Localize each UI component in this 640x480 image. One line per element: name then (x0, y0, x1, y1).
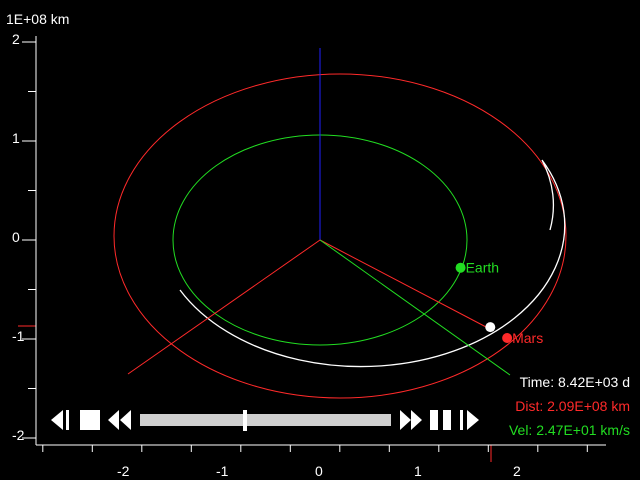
earth-label: Earth (466, 260, 499, 276)
fast-forward-icon[interactable] (400, 410, 422, 430)
velocity-readout: Vel: 2.47E+01 km/s (508, 422, 630, 438)
distance-readout: Dist: 2.09E+08 km (515, 398, 630, 414)
x-tick-label: -1 (216, 463, 229, 479)
minor-ticks (22, 41, 588, 452)
rewind-icon[interactable] (108, 410, 131, 430)
pause-icon[interactable] (430, 410, 451, 430)
x-tick-label: 2 (513, 463, 521, 479)
y-tick-label: 1 (12, 130, 20, 146)
scale-label: 1E+08 km (6, 11, 70, 27)
stop-icon[interactable] (80, 410, 100, 430)
y-tick-label: -1 (12, 328, 25, 344)
step-forward-icon[interactable] (460, 410, 479, 430)
mars-perihelion-line (127, 239, 321, 375)
x-tick-label: 0 (315, 463, 323, 479)
y-tick-label: 0 (12, 229, 20, 245)
timeline-slider-track[interactable] (140, 414, 391, 426)
x-tick-label: -2 (117, 463, 130, 479)
mars-label: Mars (512, 330, 543, 346)
mars-direction-line (319, 239, 489, 329)
earth-marker (455, 262, 466, 273)
timeline-slider-thumb[interactable] (243, 410, 248, 431)
spacecraft-marker (485, 322, 496, 333)
y-tick-label: 2 (12, 31, 20, 47)
time-readout: Time: 8.42E+03 d (519, 374, 630, 390)
mars-marker (502, 333, 513, 344)
y-tick-label: -2 (12, 427, 25, 443)
step-back-icon[interactable] (51, 410, 69, 430)
mars-orbit (113, 73, 567, 399)
orbit-viewer: -2 -1 0 1 2 2 1 0 -1 -2 Earth Mars 1E+08 km (0, 0, 640, 480)
x-tick-label: 1 (414, 463, 422, 479)
